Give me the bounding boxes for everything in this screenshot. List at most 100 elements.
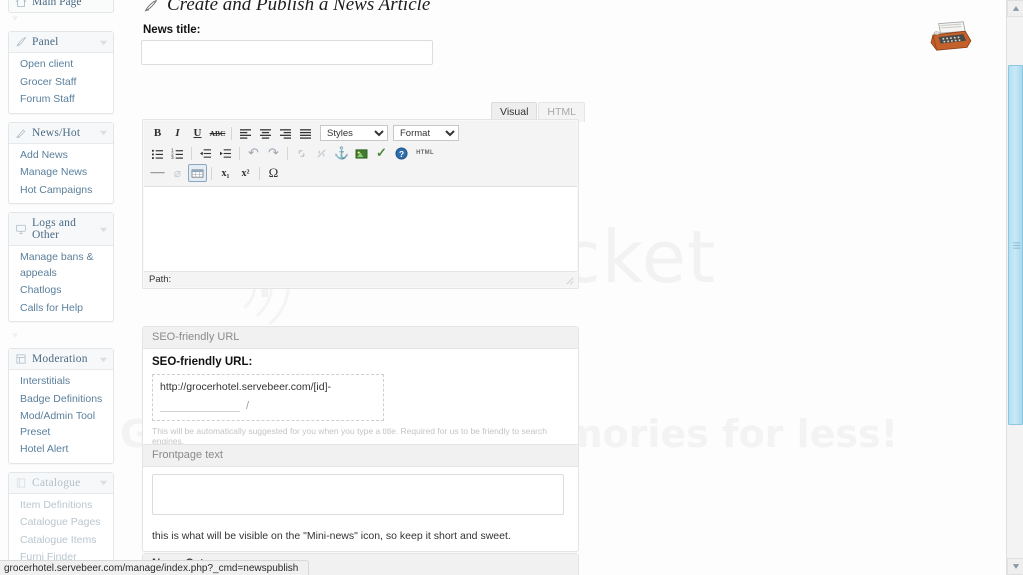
sidebar-item-main-page[interactable]: Main Page (8, 0, 114, 13)
sidebar-item-calls-for-help[interactable]: Calls for Help (9, 300, 113, 318)
align-center-icon[interactable] (256, 124, 275, 142)
align-right-icon[interactable] (276, 124, 295, 142)
indent-icon[interactable] (216, 144, 235, 162)
anchor-icon[interactable]: ⚓ (332, 144, 351, 162)
chevron-down-icon[interactable] (99, 128, 108, 137)
seo-slash: / (246, 399, 250, 412)
bold-icon[interactable]: B (148, 124, 167, 142)
sidebar-collapse-icon-1[interactable] (10, 14, 20, 22)
sidebar-collapse-icon-2[interactable] (10, 331, 20, 339)
subscript-icon[interactable]: x₁ (216, 164, 235, 182)
format-select[interactable]: Format (393, 125, 459, 141)
link-icon[interactable] (292, 144, 311, 162)
styles-select[interactable]: Styles (320, 125, 388, 141)
toolbar-separator (259, 166, 260, 180)
underline-icon[interactable]: U (188, 124, 207, 142)
sidebar-section-header-2[interactable]: Logs and Other (9, 213, 113, 246)
sidebar-section-items: Open client Grocer Staff Forum Staff (9, 53, 113, 113)
outdent-icon[interactable] (196, 144, 215, 162)
sidebar-section-header-1[interactable]: News/Hot (9, 122, 113, 144)
vertical-scrollbar[interactable] (1006, 0, 1023, 575)
sidebar-item-mod-admin-tool-preset[interactable]: Mod/Admin Tool Preset (9, 408, 113, 441)
news-title-input[interactable] (141, 40, 433, 65)
sidebar-sections: Panel Open client Grocer Staff Forum Staff N… (0, 31, 122, 575)
sidebar-section-header-0[interactable]: Panel (9, 32, 113, 53)
sidebar-item-catalogue-pages[interactable]: Catalogue Pages (9, 514, 113, 532)
sidebar-item-hotel-alert[interactable]: Hotel Alert (9, 441, 113, 459)
frontpage-textarea[interactable] (152, 474, 564, 515)
seo-panel: SEO-friendly URL SEO-friendly URL: http:… (142, 326, 579, 456)
help-icon[interactable]: ? (392, 144, 411, 162)
chevron-down-icon[interactable] (99, 225, 108, 234)
pen-quill-icon (144, 0, 158, 11)
sidebar-section-items: Interstitials Badge Definitions Mod/Admin … (9, 370, 113, 463)
scroll-down-icon[interactable] (1007, 558, 1023, 575)
status-bar: grocerhotel.servebeer.com/manage/index.p… (0, 560, 310, 575)
align-left-icon[interactable] (236, 124, 255, 142)
html-source-icon[interactable]: HTML (412, 144, 438, 162)
special-character-icon[interactable]: Ω (264, 164, 283, 182)
svg-text:3: 3 (171, 155, 174, 159)
news-title-label: News title: (143, 24, 201, 36)
italic-icon[interactable]: I (168, 124, 187, 142)
undo-icon[interactable]: ↶ (244, 144, 263, 162)
frontpage-panel: Frontpage text this is what will be visi… (142, 444, 579, 552)
editor-content-area[interactable] (144, 187, 577, 271)
svg-text:?: ? (399, 148, 404, 158)
sidebar-item-open-client[interactable]: Open client (9, 56, 113, 74)
editor-status-path: Path: (144, 271, 577, 287)
sidebar-item-item-definitions[interactable]: Item Definitions (9, 497, 113, 515)
toolbar-separator (231, 126, 232, 140)
image-icon[interactable] (352, 144, 371, 162)
browser-viewport: photobucket Get more of your memories fo… (0, 0, 1023, 575)
sidebar-item-manage-bans-appeals[interactable]: Manage bans & appeals (9, 249, 113, 282)
bullet-list-icon[interactable] (148, 144, 167, 162)
toolbar-separator (287, 146, 288, 160)
sidebar: Main Page Panel Open client Grocer Staff Fo… (0, 0, 122, 575)
sidebar-section-title: News/Hot (32, 126, 81, 139)
editor-toolbar: B I U ABC Styles Format 1 2 3 ↶ ↷ ⚓ ✓ ? … (144, 121, 577, 187)
seo-url-label: SEO-friendly URL: (152, 356, 253, 368)
sidebar-item-manage-news[interactable]: Manage News (9, 164, 113, 182)
superscript-icon[interactable]: x² (236, 164, 255, 182)
horizontal-rule-icon[interactable]: — (148, 164, 167, 182)
sidebar-section-title: Panel (32, 36, 59, 48)
seo-slug-input[interactable] (160, 399, 240, 412)
status-bar-url: grocerhotel.servebeer.com/manage/index.p… (4, 563, 299, 574)
seo-help-text: This will be automatically suggested for… (152, 426, 547, 446)
sidebar-item-grocer-staff[interactable]: Grocer Staff (9, 74, 113, 92)
sidebar-item-interstitials[interactable]: Interstitials (9, 373, 113, 391)
sidebar-section-logs-and-other: Logs and Other Manage bans & appeals Chatl… (8, 212, 114, 322)
unlink-icon[interactable] (312, 144, 331, 162)
sidebar-item-badge-definitions[interactable]: Badge Definitions (9, 391, 113, 409)
feather-icon (16, 36, 27, 47)
sidebar-section-catalogue: Catalogue Item Definitions Catalogue Pages… (8, 471, 114, 572)
align-justify-icon[interactable] (296, 124, 315, 142)
redo-icon[interactable]: ↷ (264, 144, 283, 162)
sidebar-item-forum-staff[interactable]: Forum Staff (9, 91, 113, 109)
sidebar-item-chatlogs[interactable]: Chatlogs (9, 282, 113, 300)
scroll-up-icon[interactable] (1007, 0, 1023, 17)
sidebar-section-header-3[interactable]: Moderation (9, 349, 113, 370)
typewriter-icon (930, 21, 972, 51)
sidebar-item-add-news[interactable]: Add News (9, 147, 113, 165)
sidebar-item-hot-campaigns[interactable]: Hot Campaigns (9, 182, 113, 200)
scrollbar-thumb[interactable] (1008, 65, 1023, 425)
toolbar-separator (191, 146, 192, 160)
chevron-down-icon[interactable] (99, 478, 108, 487)
numbered-list-icon[interactable]: 123 (168, 144, 187, 162)
editor-resize-handle[interactable] (565, 276, 574, 285)
remove-format-icon[interactable]: ⌀ (168, 164, 187, 182)
sidebar-section-header-4[interactable]: Catalogue (9, 472, 113, 494)
main-content: Create and Publish a News Article News t… (141, 0, 1001, 575)
frontpage-panel-body: this is what will be visible on the "Min… (143, 467, 578, 551)
chevron-down-icon[interactable] (99, 38, 108, 47)
rich-text-editor: B I U ABC Styles Format 1 2 3 ↶ ↷ ⚓ ✓ ? … (142, 119, 579, 289)
strikethrough-icon[interactable]: ABC (208, 124, 227, 142)
chevron-down-icon[interactable] (99, 355, 108, 364)
table-icon[interactable] (188, 164, 207, 182)
spellcheck-icon[interactable]: ✓ (372, 144, 391, 162)
sidebar-section-title: Logs and Other (32, 217, 77, 241)
sidebar-item-catalogue-items[interactable]: Catalogue Items (9, 532, 113, 550)
sidebar-section-items: Item Definitions Catalogue Pages Catalogue… (9, 494, 113, 571)
